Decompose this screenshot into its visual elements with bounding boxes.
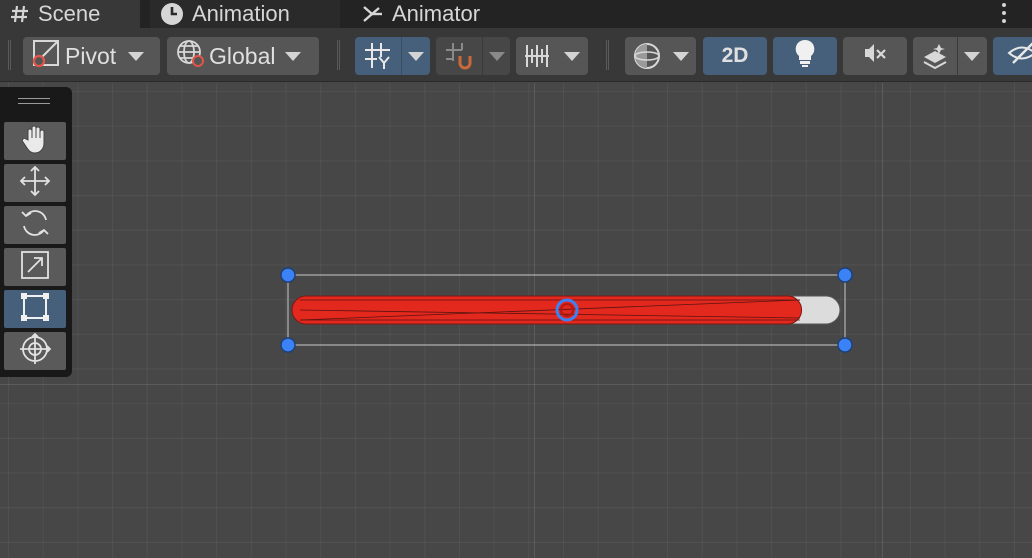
tab-animator-label: Animator bbox=[392, 1, 481, 26]
animator-icon bbox=[362, 3, 384, 25]
toolbar-grip[interactable] bbox=[8, 40, 11, 70]
tab-scene-label: Scene bbox=[38, 1, 101, 26]
lightbulb-icon bbox=[792, 38, 818, 74]
rect-transform-icon bbox=[18, 290, 52, 329]
chevron-down-icon bbox=[488, 51, 505, 61]
tab-animation[interactable]: Animation bbox=[150, 0, 340, 28]
increment-snap-toggle[interactable] bbox=[436, 37, 510, 75]
hand-icon bbox=[19, 123, 51, 160]
ruler-snap-dropdown[interactable] bbox=[516, 37, 588, 75]
pivot-label: Pivot bbox=[65, 42, 117, 69]
scene-viewport[interactable] bbox=[0, 83, 1032, 558]
grid-snapping-toggle[interactable] bbox=[355, 37, 430, 75]
overlay-drag-handle[interactable] bbox=[18, 98, 50, 104]
chevron-down-icon bbox=[564, 51, 580, 61]
clock-icon bbox=[160, 2, 184, 26]
rotate-icon bbox=[18, 206, 52, 245]
toolbar-grip[interactable] bbox=[606, 40, 609, 70]
chevron-down-icon bbox=[128, 51, 145, 61]
corner-handle-bottom-left[interactable] bbox=[280, 337, 296, 353]
scene-visibility-toggle[interactable] bbox=[993, 37, 1032, 75]
draw-mode-dropdown[interactable] bbox=[625, 37, 696, 75]
tab-scene[interactable]: Scene bbox=[0, 0, 140, 28]
rect-tool[interactable] bbox=[4, 290, 66, 328]
chevron-down-icon bbox=[673, 51, 689, 61]
scale-tool[interactable] bbox=[4, 248, 66, 286]
globe-icon bbox=[175, 38, 205, 74]
transform-tool[interactable] bbox=[4, 332, 66, 370]
effects-dropdown[interactable] bbox=[913, 37, 987, 75]
tab-bar: Scene Animation Animator bbox=[0, 0, 1032, 28]
move-arrows-icon bbox=[18, 164, 52, 203]
hand-tool[interactable] bbox=[4, 122, 66, 160]
tab-animator[interactable]: Animator bbox=[352, 0, 522, 28]
rotate-tool[interactable] bbox=[4, 206, 66, 244]
chevron-down-icon bbox=[964, 51, 980, 61]
chevron-down-icon bbox=[408, 51, 424, 61]
corner-handle-bottom-right[interactable] bbox=[837, 337, 853, 353]
global-dropdown[interactable]: Global bbox=[167, 37, 319, 75]
ruler-icon bbox=[516, 37, 558, 75]
2d-label: 2D bbox=[721, 44, 749, 67]
effects-menu[interactable] bbox=[958, 37, 986, 75]
corner-handle-top-right[interactable] bbox=[837, 267, 853, 283]
snap-magnet-icon bbox=[436, 37, 482, 75]
audio-muted-icon bbox=[860, 38, 890, 74]
lighting-toggle[interactable] bbox=[773, 37, 837, 75]
toolbar-grip[interactable] bbox=[337, 40, 340, 70]
pivot-dropdown[interactable]: Pivot bbox=[23, 37, 160, 75]
shading-sphere-icon bbox=[625, 37, 669, 75]
tab-animation-label: Animation bbox=[192, 1, 290, 26]
slider-object[interactable] bbox=[0, 83, 1032, 558]
tools-overlay bbox=[0, 87, 72, 377]
global-label: Global bbox=[209, 42, 276, 69]
scale-icon bbox=[18, 248, 52, 287]
increment-snap-menu[interactable] bbox=[483, 37, 510, 75]
grid-snap-menu[interactable] bbox=[402, 37, 430, 75]
chevron-down-icon bbox=[285, 51, 302, 61]
transform-icon bbox=[18, 332, 52, 371]
move-tool[interactable] bbox=[4, 164, 66, 202]
2d-mode-toggle[interactable]: 2D bbox=[703, 37, 767, 75]
grid-snap-icon[interactable] bbox=[355, 37, 401, 75]
hash-icon bbox=[10, 4, 30, 24]
scene-toolbar: Pivot Global 2D bbox=[0, 28, 1032, 82]
corner-handle-top-left[interactable] bbox=[280, 267, 296, 283]
layers-icon bbox=[913, 37, 957, 75]
eye-slash-icon bbox=[1007, 38, 1032, 74]
pivot-icon bbox=[31, 38, 61, 74]
more-options-icon[interactable] bbox=[998, 0, 1010, 26]
audio-toggle[interactable] bbox=[843, 37, 907, 75]
